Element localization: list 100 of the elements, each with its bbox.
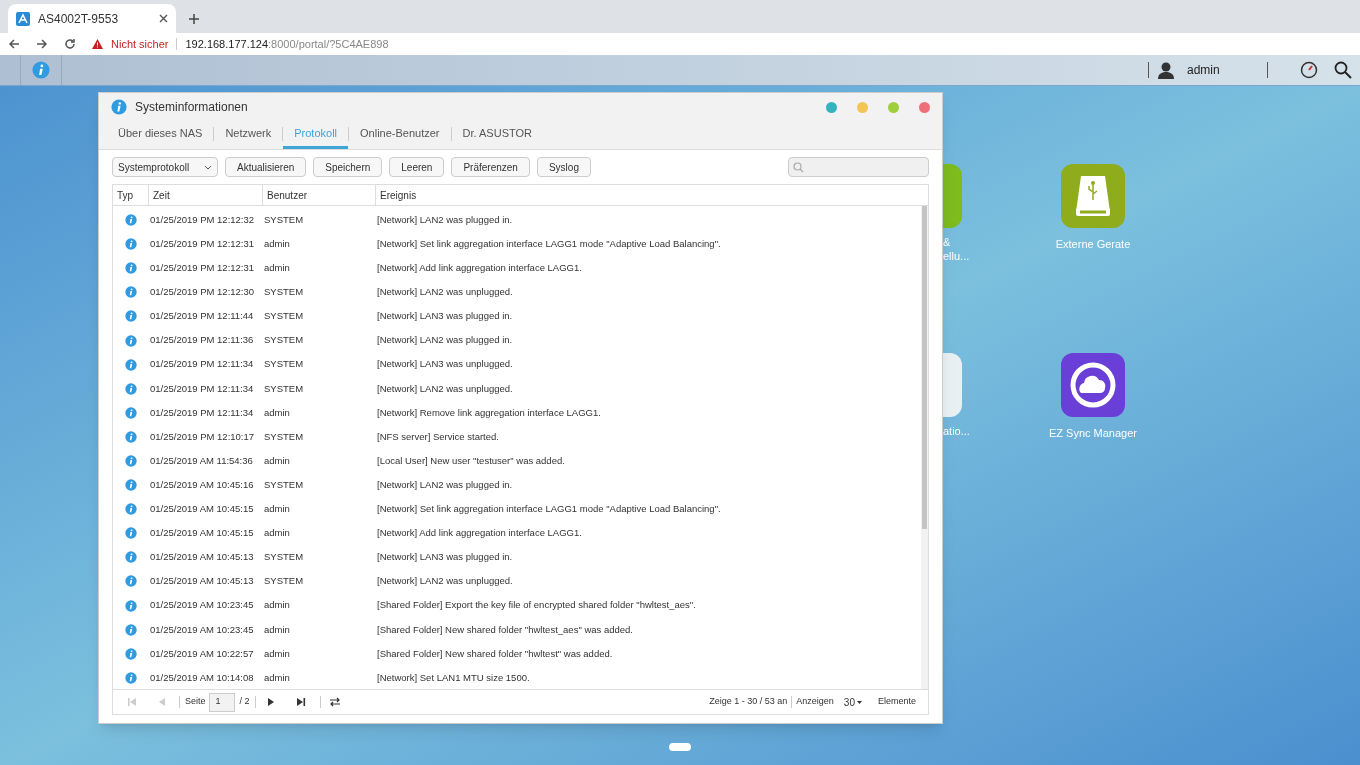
info-icon (125, 599, 137, 612)
table-cell: 01/25/2019 AM 10:22:57 (150, 647, 254, 659)
table-cell: admin (264, 503, 290, 515)
log-row[interactable]: 01/25/2019 AM 10:23:45 admin [Shared Folder] New shared folder "hwltest_aes" was added. (113, 617, 921, 642)
table-cell: admin (264, 647, 290, 659)
tab[interactable]: Über dieses NAS (107, 121, 214, 149)
log-row[interactable]: 01/25/2019 PM 12:12:31 admin [Network] Set link aggregation interface LAGG1 mode "Adaptive Load Balancing". (113, 232, 921, 257)
table-cell: 01/25/2019 PM 12:11:36 (150, 334, 254, 346)
column-header[interactable]: Typ (117, 187, 134, 203)
log-row[interactable]: 01/25/2019 PM 12:12:31 admin [Network] Add link aggregation interface LAGG1. (113, 256, 921, 281)
info-icon (125, 358, 137, 371)
table-cell: 01/25/2019 AM 10:23:45 (150, 599, 254, 611)
toolbar-button[interactable]: Leeren (389, 157, 445, 177)
table-cell: [Network] LAN2 was plugged in. (377, 334, 513, 346)
info-icon (125, 310, 137, 323)
log-row[interactable]: 01/25/2019 AM 10:45:16 SYSTEM [Network] LAN2 was plugged in. (113, 473, 921, 498)
browser-tab[interactable]: AS4002T-9553 (8, 4, 176, 33)
system-info-icon[interactable] (32, 61, 50, 79)
tab[interactable]: Dr. ASUSTOR (451, 121, 543, 149)
table-cell: admin (264, 671, 290, 683)
table-cell: 01/25/2019 AM 10:14:08 (150, 671, 254, 683)
search-icon[interactable] (1334, 61, 1352, 79)
log-row[interactable]: 01/25/2019 PM 12:12:32 SYSTEM [Network] LAN2 was plugged in. (113, 208, 921, 233)
table-cell: 01/25/2019 PM 12:10:17 (150, 430, 255, 442)
table-cell: 01/25/2019 PM 12:11:34 (150, 406, 254, 418)
table-cell: [Shared Folder] New shared folder "hwltest_aes" was added. (377, 623, 633, 635)
refresh-icon[interactable] (328, 696, 341, 708)
info-icon (125, 238, 137, 251)
table-cell: [Network] LAN2 was unplugged. (377, 575, 513, 587)
log-row[interactable]: 01/25/2019 PM 12:11:34 SYSTEM [Network] LAN2 was unplugged. (113, 376, 921, 401)
log-row[interactable]: 01/25/2019 PM 12:11:44 SYSTEM [Network] LAN3 was plugged in. (113, 304, 921, 329)
toolbar-button[interactable]: Syslog (536, 157, 591, 177)
log-row[interactable]: 01/25/2019 AM 10:45:15 admin [Network] Add link aggregation interface LAGG1. (113, 521, 921, 546)
tab[interactable]: Netzwerk (214, 121, 283, 149)
log-row[interactable]: 01/25/2019 PM 12:10:17 SYSTEM [NFS server] Service started. (113, 424, 921, 449)
per-page-dropdown[interactable]: 30 (843, 694, 862, 710)
log-row[interactable]: 01/25/2019 AM 11:54:36 admin [Local User] New user "testuser" was added. (113, 448, 921, 474)
log-row[interactable]: 01/25/2019 PM 12:11:34 admin [Network] Remove link aggregation interface LAGG1. (113, 400, 921, 425)
window-control[interactable] (826, 101, 837, 113)
reload-icon[interactable] (64, 38, 76, 50)
log-row[interactable]: 01/25/2019 AM 10:45:13 SYSTEM [Network] LAN3 was plugged in. (113, 545, 921, 570)
page-field[interactable]: 1 (208, 692, 235, 712)
window-control[interactable] (919, 101, 930, 113)
items-label: Elemente (877, 695, 916, 709)
last-page-icon[interactable] (294, 696, 307, 708)
info-icon (125, 647, 137, 660)
column-header[interactable]: Benutzer (267, 187, 308, 203)
usb-drive-icon[interactable] (1061, 164, 1125, 228)
table-cell: 01/25/2019 AM 10:45:16 (150, 478, 254, 490)
log-row[interactable]: 01/25/2019 AM 10:22:57 admin [Shared Folder] New shared folder "hwltest" was added. (113, 641, 921, 666)
scrollbar[interactable] (921, 206, 928, 689)
window-control[interactable] (888, 101, 899, 113)
toolbar-button[interactable]: Präferenzen (451, 157, 530, 177)
table-cell: SYSTEM (264, 430, 304, 442)
table-cell: [Network] Set link aggregation interface LAGG1 mode "Adaptive Load Balancing". (377, 238, 721, 249)
table-cell: 01/25/2019 PM 12:12:32 (150, 213, 255, 225)
app-logo-icon (16, 11, 30, 26)
dashboard-icon[interactable] (1300, 61, 1318, 79)
log-row[interactable]: 01/25/2019 AM 10:45:13 SYSTEM [Network] LAN2 was unplugged. (113, 569, 921, 594)
column-header[interactable]: Zeit (153, 187, 170, 203)
user-name[interactable]: admin (1187, 61, 1267, 79)
toolbar-button[interactable]: Speichern (313, 157, 383, 177)
search-icon (793, 161, 804, 173)
log-row[interactable]: 01/25/2019 PM 12:12:30 SYSTEM [Network] LAN2 was unplugged. (113, 280, 921, 305)
url-text: 192.168.177.124:8000/portal/?5C4AE898 (185, 36, 389, 52)
info-icon (125, 406, 137, 419)
tab[interactable]: Online-Benutzer (349, 121, 451, 149)
log-row[interactable]: 01/25/2019 AM 10:45:15 admin [Network] Set link aggregation interface LAGG1 mode "Adaptive Load Balancing". (113, 497, 921, 522)
column-header[interactable]: Ereignis (380, 187, 417, 203)
table-cell: 01/25/2019 PM 12:12:31 (150, 238, 255, 249)
table-cell: admin (264, 406, 290, 418)
close-icon[interactable] (159, 14, 168, 23)
info-icon (125, 262, 137, 275)
log-row[interactable]: 01/25/2019 AM 10:23:45 admin [Shared Folder] Export the key file of encrypted shared folder "hwltest_aes". (113, 593, 921, 618)
forward-icon[interactable] (36, 38, 48, 50)
page-total: / 2 (239, 695, 250, 709)
toolbar-button[interactable]: Aktualisieren (225, 157, 307, 177)
user-icon[interactable] (1157, 61, 1175, 79)
table-cell: [Local User] New user "testuser" was added. (377, 454, 565, 466)
table-cell: 01/25/2019 PM 12:12:30 (150, 286, 255, 298)
table-cell: admin (264, 262, 290, 274)
log-row[interactable]: 01/25/2019 PM 12:11:36 SYSTEM [Network] LAN2 was plugged in. (113, 328, 921, 353)
caret-icon (204, 164, 212, 170)
table-cell: [Network] LAN2 was plugged in. (377, 213, 513, 225)
table-cell: 01/25/2019 AM 10:45:13 (150, 575, 254, 587)
log-row[interactable]: 01/25/2019 PM 12:11:34 SYSTEM [Network] LAN3 was unplugged. (113, 352, 921, 377)
new-tab-icon[interactable] (188, 13, 200, 25)
page-summary: Zeige 1 - 30 / 53 an (709, 695, 788, 709)
table-cell: SYSTEM (264, 213, 304, 225)
back-icon[interactable] (8, 38, 20, 50)
window-title: Systeminformationen (135, 99, 249, 116)
app-icon[interactable] (943, 353, 962, 417)
dock-indicator[interactable] (669, 743, 691, 751)
table-cell: SYSTEM (264, 575, 304, 587)
log-type-dropdown[interactable]: Systemprotokoll (112, 157, 218, 177)
search-field[interactable] (788, 157, 929, 177)
table-cell: SYSTEM (264, 551, 304, 563)
cloud-sync-icon[interactable] (1061, 353, 1125, 417)
log-row[interactable]: 01/25/2019 AM 10:14:08 admin [Network] Set LAN1 MTU size 1500. (113, 665, 921, 689)
table-cell: [Shared Folder] New shared folder "hwltest" was added. (377, 647, 613, 659)
